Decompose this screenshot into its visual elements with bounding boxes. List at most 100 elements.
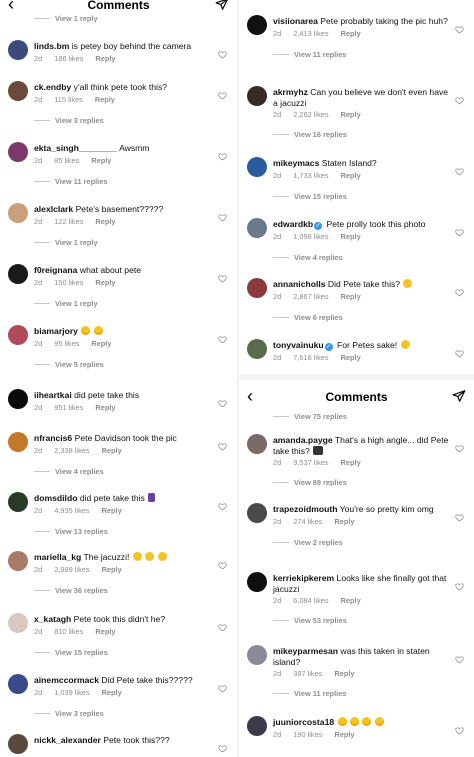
username[interactable]: nickk_alexander — [34, 735, 101, 745]
heart-outline-icon[interactable] — [218, 395, 227, 408]
username[interactable]: trapezoidmouth — [273, 504, 337, 514]
heart-outline-icon[interactable] — [455, 509, 464, 522]
like-count[interactable]: 2,413 likes — [293, 29, 328, 38]
reply-button[interactable]: Reply — [95, 95, 115, 104]
view-replies-link[interactable]: View 11 replies — [273, 689, 346, 699]
avatar[interactable] — [247, 434, 267, 454]
avatar[interactable] — [247, 716, 267, 736]
reply-button[interactable]: Reply — [341, 353, 361, 362]
username[interactable]: edwardkb — [273, 219, 313, 229]
reply-button[interactable]: Reply — [95, 217, 115, 226]
username[interactable]: kerriekipkerem — [273, 573, 334, 583]
avatar[interactable] — [247, 218, 267, 238]
like-count[interactable]: 1,098 likes — [293, 232, 328, 241]
heart-outline-icon[interactable] — [218, 438, 227, 451]
view-replies-link[interactable]: View 53 replies — [273, 616, 347, 626]
like-count[interactable]: 1,733 likes — [293, 171, 328, 180]
avatar[interactable] — [8, 264, 28, 284]
reply-button[interactable]: Reply — [91, 156, 111, 165]
reply-button[interactable]: Reply — [334, 730, 354, 739]
view-replies-link[interactable]: View 3 replies — [34, 116, 104, 126]
like-count[interactable]: 274 likes — [293, 517, 322, 526]
username[interactable]: iiheartkai — [34, 390, 72, 400]
heart-outline-icon[interactable] — [218, 740, 227, 753]
reply-button[interactable]: Reply — [341, 292, 361, 301]
view-replies-link[interactable]: View 1 reply — [34, 238, 98, 248]
view-replies-link[interactable]: View 4 replies — [273, 253, 343, 263]
avatar[interactable] — [8, 432, 28, 452]
like-count[interactable]: 85 likes — [54, 156, 79, 165]
like-count[interactable]: 2,867 likes — [293, 292, 328, 301]
reply-button[interactable]: Reply — [95, 278, 115, 287]
heart-outline-icon[interactable] — [455, 578, 464, 591]
reply-button[interactable]: Reply — [341, 171, 361, 180]
view-replies-link[interactable]: View 11 replies — [34, 177, 107, 187]
view-replies-link[interactable]: View 15 replies — [273, 192, 347, 202]
avatar[interactable] — [8, 734, 28, 754]
like-count[interactable]: 4,935 likes — [54, 506, 89, 515]
view-replies-link[interactable]: View 15 replies — [34, 648, 108, 658]
chevron-left-icon[interactable]: ‹ — [247, 387, 253, 405]
username[interactable]: linds.bm — [34, 41, 69, 51]
heart-outline-icon[interactable] — [218, 680, 227, 693]
heart-outline-icon[interactable] — [455, 92, 464, 105]
username[interactable]: alexlclark — [34, 204, 73, 214]
avatar[interactable] — [8, 492, 28, 512]
heart-outline-icon[interactable] — [455, 21, 464, 34]
avatar[interactable] — [247, 157, 267, 177]
reply-button[interactable]: Reply — [341, 232, 361, 241]
username[interactable]: juuniorcosta18 — [273, 717, 334, 727]
like-count[interactable]: 2,989 likes — [54, 565, 89, 574]
chevron-left-icon[interactable]: ‹ — [8, 0, 14, 13]
view-replies-link[interactable]: View 5 replies — [34, 360, 104, 370]
view-replies-link[interactable]: View 89 replies — [273, 478, 347, 488]
view-replies-link[interactable]: View 1 reply — [34, 14, 98, 24]
reply-button[interactable]: Reply — [95, 54, 115, 63]
reply-button[interactable]: Reply — [102, 565, 122, 574]
like-count[interactable]: 115 likes — [54, 95, 83, 104]
username[interactable]: nfrancis6 — [34, 433, 72, 443]
username[interactable]: ainemccormack — [34, 675, 99, 685]
avatar[interactable] — [8, 613, 28, 633]
avatar[interactable] — [247, 645, 267, 665]
avatar[interactable] — [247, 86, 267, 106]
avatar[interactable] — [8, 203, 28, 223]
paper-plane-icon[interactable] — [215, 0, 229, 11]
username[interactable]: mariella_kg — [34, 552, 81, 562]
view-replies-link[interactable]: View 36 replies — [34, 586, 108, 596]
username[interactable]: mikeyparmesan — [273, 646, 338, 656]
avatar[interactable] — [8, 81, 28, 101]
reply-button[interactable]: Reply — [334, 517, 354, 526]
heart-outline-icon[interactable] — [218, 331, 227, 344]
username[interactable]: visiionarea — [273, 16, 318, 26]
like-count[interactable]: 2,338 likes — [54, 446, 89, 455]
reply-button[interactable]: Reply — [341, 29, 361, 38]
username[interactable]: f0reignana — [34, 265, 77, 275]
heart-outline-icon[interactable] — [218, 87, 227, 100]
heart-outline-icon[interactable] — [455, 722, 464, 735]
view-replies-link[interactable]: View 1 reply — [34, 299, 98, 309]
username[interactable]: annanicholls — [273, 279, 326, 289]
like-count[interactable]: 810 likes — [54, 627, 83, 636]
heart-outline-icon[interactable] — [218, 209, 227, 222]
heart-outline-icon[interactable] — [455, 163, 464, 176]
view-replies-link[interactable]: View 11 replies — [273, 50, 346, 60]
username[interactable]: domsdildo — [34, 493, 77, 503]
like-count[interactable]: 1,039 likes — [54, 688, 89, 697]
paper-plane-icon[interactable] — [452, 389, 466, 403]
heart-outline-icon[interactable] — [218, 270, 227, 283]
like-count[interactable]: 9,537 likes — [293, 458, 328, 467]
view-replies-link[interactable]: View 3 replies — [34, 709, 104, 719]
like-count[interactable]: 150 likes — [54, 278, 83, 287]
view-replies-link[interactable]: View 6 replies — [273, 313, 343, 323]
reply-button[interactable]: Reply — [102, 688, 122, 697]
reply-button[interactable]: Reply — [102, 506, 122, 515]
username[interactable]: x_katagh — [34, 614, 71, 624]
view-replies-link[interactable]: View 2 replies — [273, 538, 343, 548]
like-count[interactable]: 951 likes — [54, 403, 83, 412]
like-count[interactable]: 186 likes — [54, 54, 83, 63]
avatar[interactable] — [8, 674, 28, 694]
heart-outline-icon[interactable] — [455, 224, 464, 237]
reply-button[interactable]: Reply — [341, 110, 361, 119]
username[interactable]: biamarjory — [34, 326, 78, 336]
